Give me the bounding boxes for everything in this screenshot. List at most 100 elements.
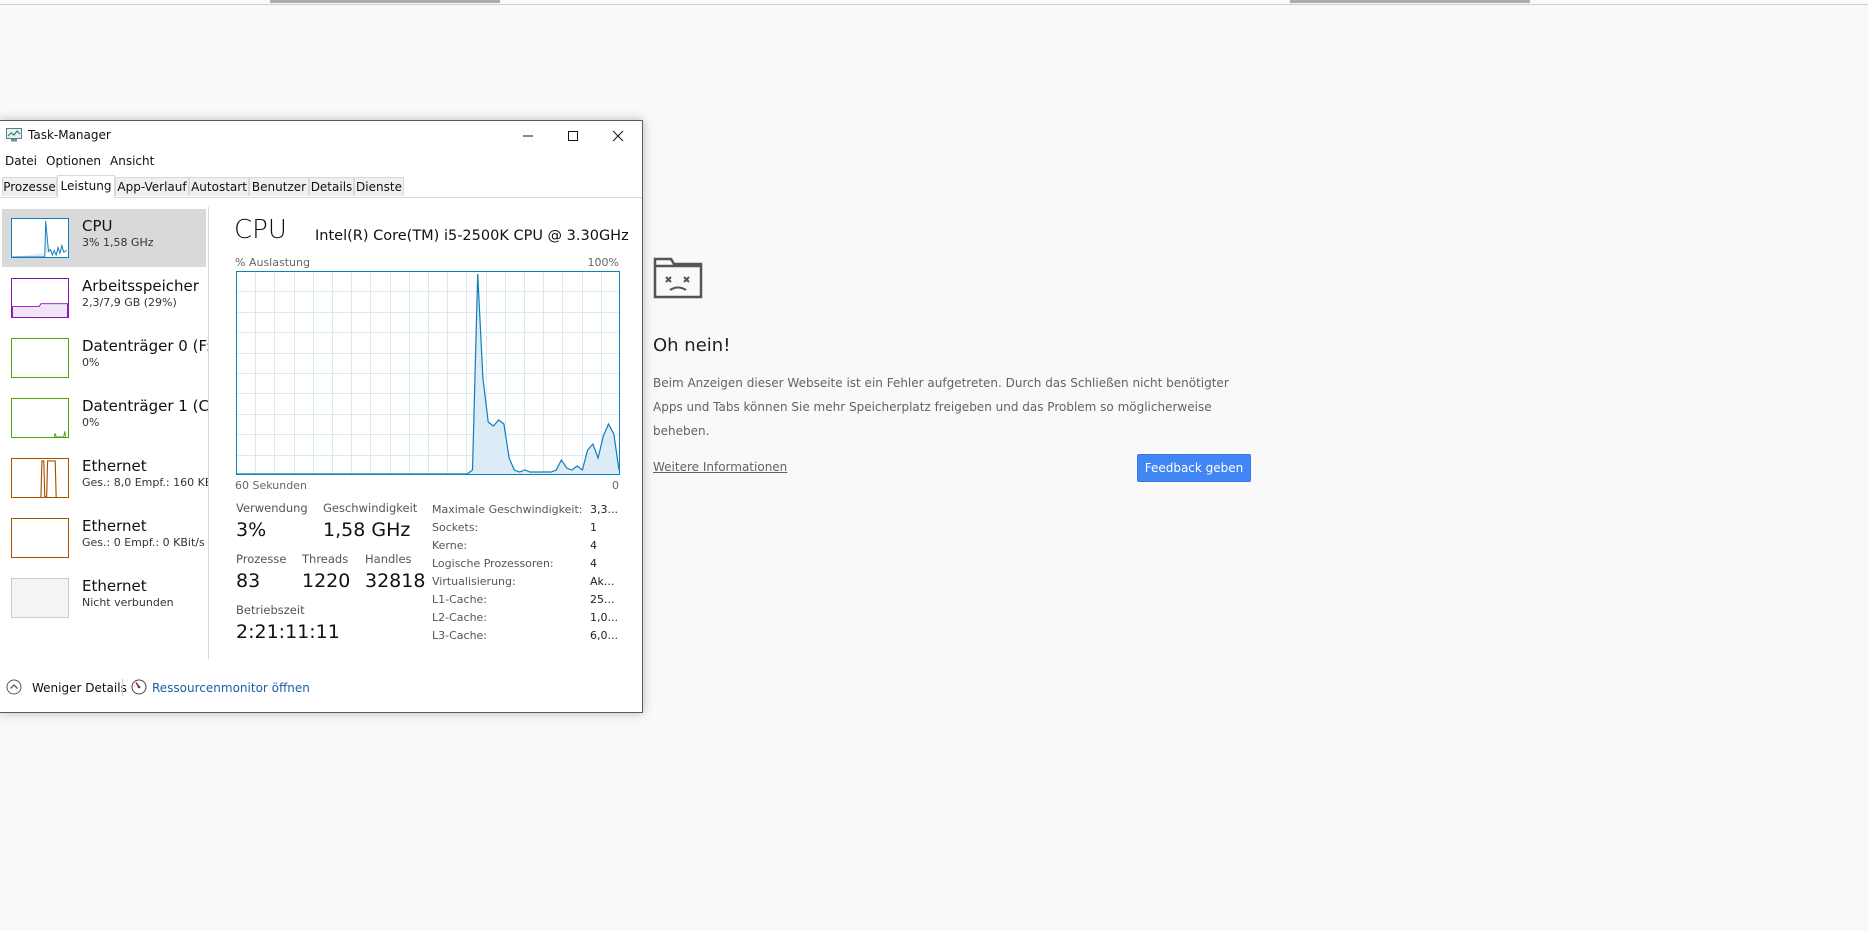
- disk0-mini-graph: [11, 338, 69, 378]
- disk1-mini-graph: [11, 398, 69, 438]
- close-button[interactable]: [595, 121, 641, 151]
- sidebar-label-memory: Arbeitsspeicher: [82, 277, 199, 295]
- spec-key: Sockets:: [432, 521, 479, 534]
- processes-value: 83: [236, 570, 261, 592]
- strip-texture: [1290, 0, 1530, 3]
- error-message: Beim Anzeigen dieser Webseite ist ein Fe…: [653, 376, 1229, 438]
- threads-value: 1220: [302, 570, 351, 592]
- window-title: Task-Manager: [28, 128, 111, 142]
- more-info-link[interactable]: Weitere Informationen: [653, 460, 787, 474]
- cpu-model: Intel(R) Core(TM) i5-2500K CPU @ 3.30GHz: [315, 228, 629, 244]
- spec-key: Logische Prozessoren:: [432, 557, 554, 570]
- resource-sidebar: CPU 3% 1,58 GHz Arbeitsspeicher 2,3/7,9 …: [0, 207, 209, 659]
- tab-leistung[interactable]: Leistung: [57, 175, 115, 198]
- menu-ansicht[interactable]: Ansicht: [110, 154, 154, 168]
- tab-benutzer[interactable]: Benutzer: [249, 177, 309, 196]
- spec-value: 3,3...: [590, 503, 618, 516]
- spec-value: 6,0...: [590, 629, 618, 642]
- utilization-max: 100%: [587, 256, 619, 269]
- uptime-label: Betriebszeit: [236, 603, 305, 617]
- memory-mini-graph: [11, 278, 69, 318]
- task-manager-window: Task-Manager Datei Optionen Ansicht Proz…: [0, 120, 643, 713]
- sidebar-item-ethernet-3[interactable]: Ethernet Nicht verbunden: [2, 569, 206, 627]
- sidebar-item-memory[interactable]: Arbeitsspeicher 2,3/7,9 GB (29%): [2, 269, 206, 327]
- cpu-mini-graph: [11, 218, 69, 258]
- tab-dienste[interactable]: Dienste: [354, 177, 404, 196]
- ethernet1-mini-graph: [11, 458, 69, 498]
- strip-texture: [270, 0, 500, 3]
- sidebar-label-disk-0: Datenträger 0 (F: D: [82, 337, 208, 355]
- menu-bar: Datei Optionen Ansicht: [0, 151, 642, 171]
- speed-label: Geschwindigkeit: [323, 501, 418, 515]
- threads-label: Threads: [302, 552, 349, 566]
- task-manager-icon: [6, 128, 22, 142]
- sidebar-sub-ethernet-2: Ges.: 0 Empf.: 0 KBit/s: [82, 536, 205, 549]
- sidebar-item-disk-0[interactable]: Datenträger 0 (F: D 0%: [2, 329, 208, 387]
- sidebar-item-disk-1[interactable]: Datenträger 1 (C:) 0%: [2, 389, 209, 447]
- sidebar-label-disk-1: Datenträger 1 (C:): [82, 397, 209, 415]
- spec-key: L1-Cache:: [432, 593, 488, 606]
- spec-key: Kerne:: [432, 539, 468, 552]
- minimize-icon: [523, 135, 533, 137]
- uptime-value: 2:21:11:11: [236, 621, 340, 643]
- speed-value: 1,58 GHz: [323, 519, 411, 541]
- spec-value: 4: [590, 557, 597, 570]
- footer-divider: [122, 679, 123, 696]
- maximize-button[interactable]: [550, 121, 596, 151]
- spec-value: 25...: [590, 593, 615, 606]
- spec-key: L3-Cache:: [432, 629, 488, 642]
- sidebar-sub-disk-0: 0%: [82, 356, 100, 369]
- spec-value: 4: [590, 539, 597, 552]
- fewer-details-button[interactable]: Weniger Details: [32, 681, 127, 695]
- tab-autostart[interactable]: Autostart: [189, 177, 249, 196]
- sidebar-label-ethernet-3: Ethernet: [82, 577, 147, 595]
- close-icon: [612, 130, 624, 142]
- resource-monitor-icon: [131, 679, 147, 695]
- sidebar-sub-disk-1: 0%: [82, 416, 100, 429]
- time-window-label: 60 Sekunden: [235, 479, 307, 492]
- spec-value: 1,0...: [590, 611, 618, 624]
- sidebar-item-ethernet-1[interactable]: Ethernet Ges.: 8,0 Empf.: 160 KBit: [2, 449, 209, 507]
- tab-bar: Prozesse Leistung App-Verlauf Autostart …: [0, 175, 642, 198]
- sidebar-item-cpu[interactable]: CPU 3% 1,58 GHz: [2, 209, 206, 267]
- sidebar-item-ethernet-2[interactable]: Ethernet Ges.: 0 Empf.: 0 KBit/s: [2, 509, 206, 567]
- cpu-heading: CPU: [234, 215, 287, 245]
- chevron-up-icon[interactable]: [6, 679, 22, 695]
- sidebar-label-cpu: CPU: [82, 217, 113, 235]
- sidebar-sub-cpu: 3% 1,58 GHz: [82, 236, 154, 249]
- handles-value: 32818: [365, 570, 426, 592]
- sad-tab-icon: [653, 257, 703, 299]
- feedback-button[interactable]: Feedback geben: [1137, 454, 1251, 482]
- footer-bar: Weniger Details Ressourcenmonitor öffnen: [0, 674, 642, 702]
- time-end-label: 0: [612, 479, 619, 492]
- spec-value: 1: [590, 521, 597, 534]
- spec-key: Maximale Geschwindigkeit:: [432, 503, 583, 516]
- spec-key: Virtualisierung:: [432, 575, 516, 588]
- sidebar-sub-ethernet-1: Ges.: 8,0 Empf.: 160 KBit: [82, 476, 209, 489]
- ethernet2-mini-graph: [11, 518, 69, 558]
- ethernet3-mini-graph: [11, 578, 69, 618]
- top-browser-strip: [0, 0, 1868, 5]
- title-bar[interactable]: Task-Manager: [0, 121, 642, 151]
- cpu-usage-graph: [236, 271, 620, 475]
- maximize-icon: [568, 131, 578, 141]
- spec-value: Ak...: [590, 575, 615, 588]
- handles-label: Handles: [365, 552, 412, 566]
- sidebar-sub-ethernet-3: Nicht verbunden: [82, 596, 174, 609]
- error-title: Oh nein!: [653, 335, 731, 356]
- menu-optionen[interactable]: Optionen: [46, 154, 101, 168]
- tab-prozesse[interactable]: Prozesse: [2, 177, 57, 196]
- sidebar-sub-memory: 2,3/7,9 GB (29%): [82, 296, 177, 309]
- usage-value: 3%: [236, 519, 267, 541]
- processes-label: Prozesse: [236, 552, 287, 566]
- usage-label: Verwendung: [236, 501, 308, 515]
- menu-datei[interactable]: Datei: [5, 154, 37, 168]
- utilization-label: % Auslastung: [235, 256, 310, 269]
- tab-details[interactable]: Details: [309, 177, 354, 196]
- open-resource-monitor-link[interactable]: Ressourcenmonitor öffnen: [152, 681, 310, 695]
- minimize-button[interactable]: [505, 121, 551, 151]
- tab-app-verlauf[interactable]: App-Verlauf: [115, 177, 189, 196]
- spec-key: L2-Cache:: [432, 611, 488, 624]
- sidebar-label-ethernet-1: Ethernet: [82, 457, 147, 475]
- sidebar-label-ethernet-2: Ethernet: [82, 517, 147, 535]
